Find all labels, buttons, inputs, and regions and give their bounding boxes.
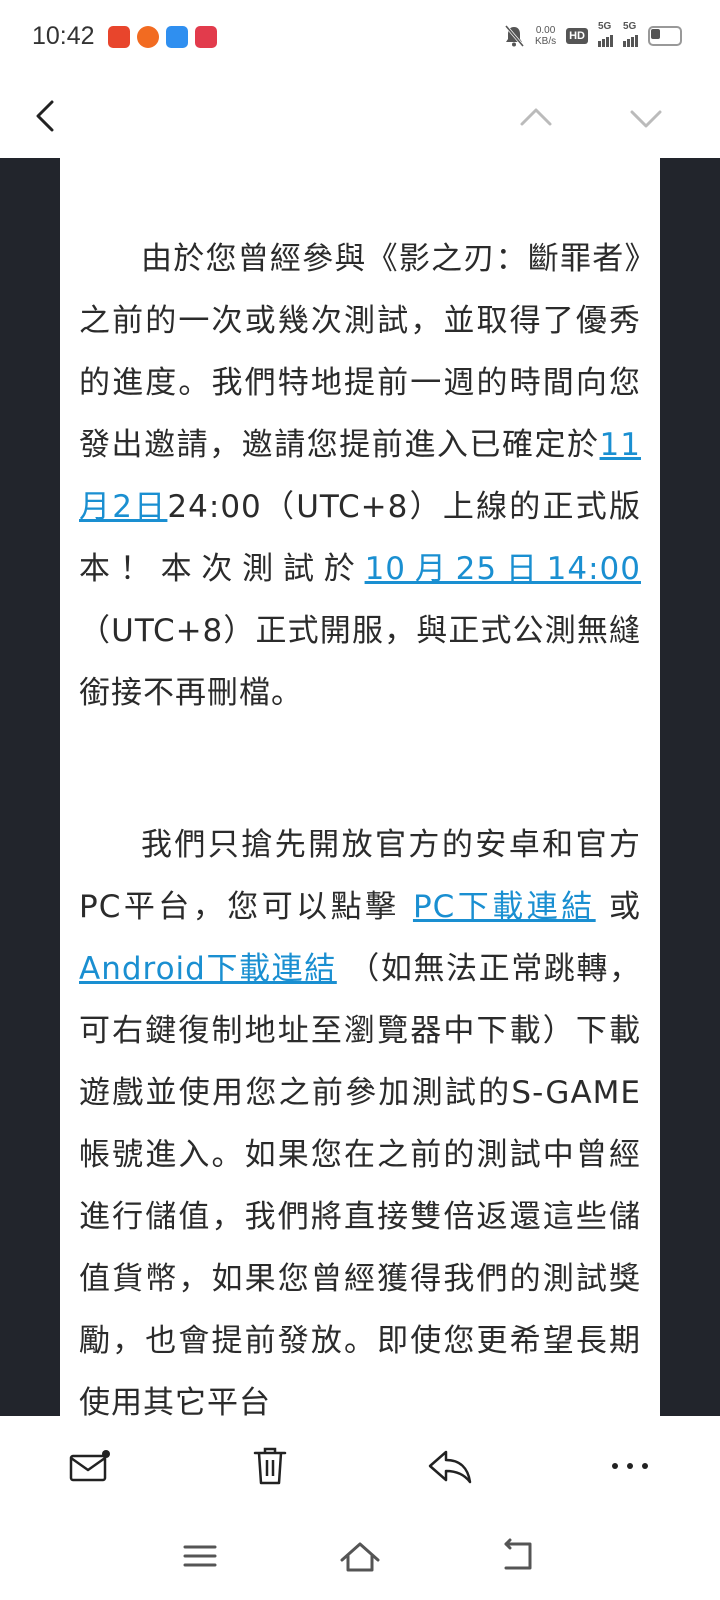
trash-icon xyxy=(253,1447,287,1485)
sim1-label: 5G xyxy=(598,21,612,32)
email-toolbar xyxy=(0,76,720,158)
previous-email-button[interactable] xyxy=(512,94,560,142)
email-paragraph-2: 我們只搶先開放官方的安卓和官方PC平台，您可以點擊 PC下載連結 或 Andro… xyxy=(79,814,641,1416)
hd-badge: HD xyxy=(566,28,588,44)
system-back-button[interactable] xyxy=(496,1534,544,1582)
email-content-area[interactable]: 由於您曾經參與《影之刃：斷罪者》之前的一次或幾次測試，並取得了優秀的進度。我們特… xyxy=(0,158,720,1416)
app-notification-icon xyxy=(108,26,130,48)
reply-icon xyxy=(428,1450,472,1484)
sim2-label: 5G xyxy=(623,21,637,32)
app-notification-icon xyxy=(137,26,159,48)
open-time-link[interactable]: 10月25日14:00 xyxy=(365,551,641,587)
system-nav-bar xyxy=(0,1516,720,1600)
net-speed-value: 0.00 xyxy=(535,25,556,36)
app-notification-icon xyxy=(166,26,188,48)
email-body: 由於您曾經參與《影之刃：斷罪者》之前的一次或幾次測試，並取得了優秀的進度。我們特… xyxy=(60,158,660,1416)
chevron-left-icon xyxy=(36,100,54,132)
status-bar: 10:42 0.00 KB/s HD 5G 5G xyxy=(0,0,720,76)
back-button[interactable] xyxy=(24,92,72,140)
pc-download-link[interactable]: PC下載連結 xyxy=(413,889,596,925)
signal-sim1-icon: 5G xyxy=(598,21,613,47)
system-icons: 0.00 KB/s HD 5G 5G xyxy=(503,21,682,48)
mail-unread-icon xyxy=(69,1450,110,1482)
home-button[interactable] xyxy=(336,1534,384,1582)
mute-icon xyxy=(504,25,525,47)
next-email-button[interactable] xyxy=(622,94,670,142)
chevron-down-icon xyxy=(630,110,662,128)
paragraph-text: 或 xyxy=(595,889,642,925)
email-action-bar xyxy=(0,1416,720,1516)
signal-sim2-icon: 5G xyxy=(623,21,638,47)
delete-button[interactable] xyxy=(240,1436,300,1496)
battery-icon xyxy=(648,26,682,46)
net-speed-unit: KB/s xyxy=(534,36,557,47)
notification-icons xyxy=(108,26,217,48)
reply-button[interactable] xyxy=(420,1436,480,1496)
back-icon xyxy=(504,1538,532,1570)
status-time: 10:42 xyxy=(32,22,95,50)
net-speed: 0.00 KB/s xyxy=(535,25,556,47)
more-horizontal-icon xyxy=(612,1463,648,1469)
more-options-button[interactable] xyxy=(600,1436,660,1496)
home-icon xyxy=(340,1542,380,1572)
app-notification-icon xyxy=(195,26,217,48)
menu-icon xyxy=(183,1545,217,1567)
paragraph-text: （如無法正常跳轉，可右鍵復制地址至瀏覽器中下載）下載遊戲並使用您之前參加測試的S… xyxy=(79,951,641,1416)
email-paragraph-1: 由於您曾經參與《影之刃：斷罪者》之前的一次或幾次測試，並取得了優秀的進度。我們特… xyxy=(79,228,641,724)
android-download-link[interactable]: Android下載連結 xyxy=(79,951,337,987)
paragraph-text: 由於您曾經參與《影之刃：斷罪者》之前的一次或幾次測試，並取得了優秀的進度。我們特… xyxy=(79,241,641,463)
mark-unread-button[interactable] xyxy=(60,1436,120,1496)
paragraph-text: （UTC+8）正式開服，與正式公測無縫銜接不再刪檔。 xyxy=(79,613,641,711)
recent-apps-button[interactable] xyxy=(176,1534,224,1582)
chevron-up-icon xyxy=(520,108,552,126)
